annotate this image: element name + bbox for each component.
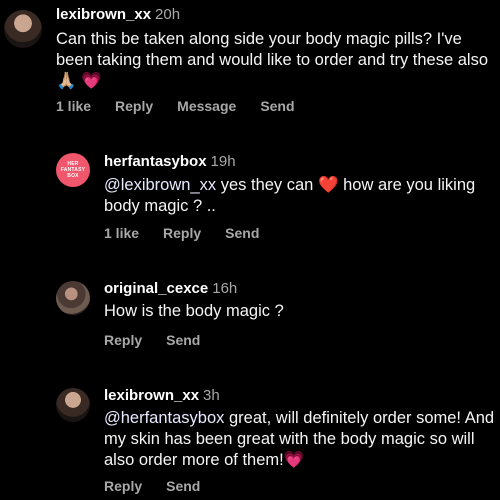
timestamp: 19h: [210, 153, 236, 170]
send-button[interactable]: Send: [225, 225, 259, 241]
timestamp: 16h: [212, 280, 238, 297]
username[interactable]: lexibrown_xx: [56, 6, 151, 23]
comment-actions: Reply Send: [104, 332, 224, 348]
reply-button[interactable]: Reply: [104, 332, 142, 348]
mention-link[interactable]: @lexibrown_xx: [104, 176, 216, 194]
username[interactable]: herfantasybox: [104, 153, 207, 170]
comment-body: How is the body magic ?: [104, 302, 284, 320]
comment-text: Can this be taken along side your body m…: [56, 29, 492, 92]
timestamp: 20h: [155, 6, 181, 23]
avatar[interactable]: HER FANTASY BOX: [56, 153, 90, 187]
red-heart-emoji: ❤️: [317, 176, 339, 195]
comment-text: @herfantasybox great, will definitely or…: [104, 408, 496, 471]
comment-header: lexibrown_xx 3h: [104, 387, 220, 404]
reply-button[interactable]: Reply: [104, 478, 142, 494]
send-button[interactable]: Send: [166, 478, 200, 494]
username[interactable]: original_cexce: [104, 280, 208, 297]
message-button[interactable]: Message: [177, 98, 236, 114]
comment-text: @lexibrown_xx yes they can ❤️ how are yo…: [104, 175, 494, 217]
username[interactable]: lexibrown_xx: [104, 387, 199, 404]
avatar[interactable]: [56, 388, 90, 422]
comment-actions: 1 like Reply Message Send: [56, 98, 319, 114]
comment-header: herfantasybox 19h: [104, 153, 236, 170]
comment-body: Can this be taken along side your body m…: [56, 30, 489, 69]
comment-text: How is the body magic ?: [104, 301, 494, 322]
avatar-brand-line: BOX: [67, 173, 79, 179]
pink-heart-emoji: 💗: [81, 72, 102, 91]
timestamp: 3h: [203, 387, 220, 404]
likes-count[interactable]: 1 like: [104, 225, 139, 241]
avatar[interactable]: [4, 10, 42, 48]
comment-actions: 1 like Reply Send: [104, 225, 283, 241]
avatar[interactable]: [56, 281, 90, 315]
folded-hands-emoji: 🙏🏼: [56, 72, 77, 91]
send-button[interactable]: Send: [166, 332, 200, 348]
reply-button[interactable]: Reply: [163, 225, 201, 241]
comment-header: original_cexce 16h: [104, 280, 237, 297]
pink-heart-emoji: 💗: [283, 451, 305, 470]
comment-header: lexibrown_xx 20h: [56, 6, 180, 23]
reply-button[interactable]: Reply: [115, 98, 153, 114]
likes-count[interactable]: 1 like: [56, 98, 91, 114]
mention-link[interactable]: @herfantasybox: [104, 409, 224, 427]
send-button[interactable]: Send: [260, 98, 294, 114]
comment-body: yes they can: [220, 176, 314, 194]
comment-actions: Reply Send: [104, 478, 224, 494]
